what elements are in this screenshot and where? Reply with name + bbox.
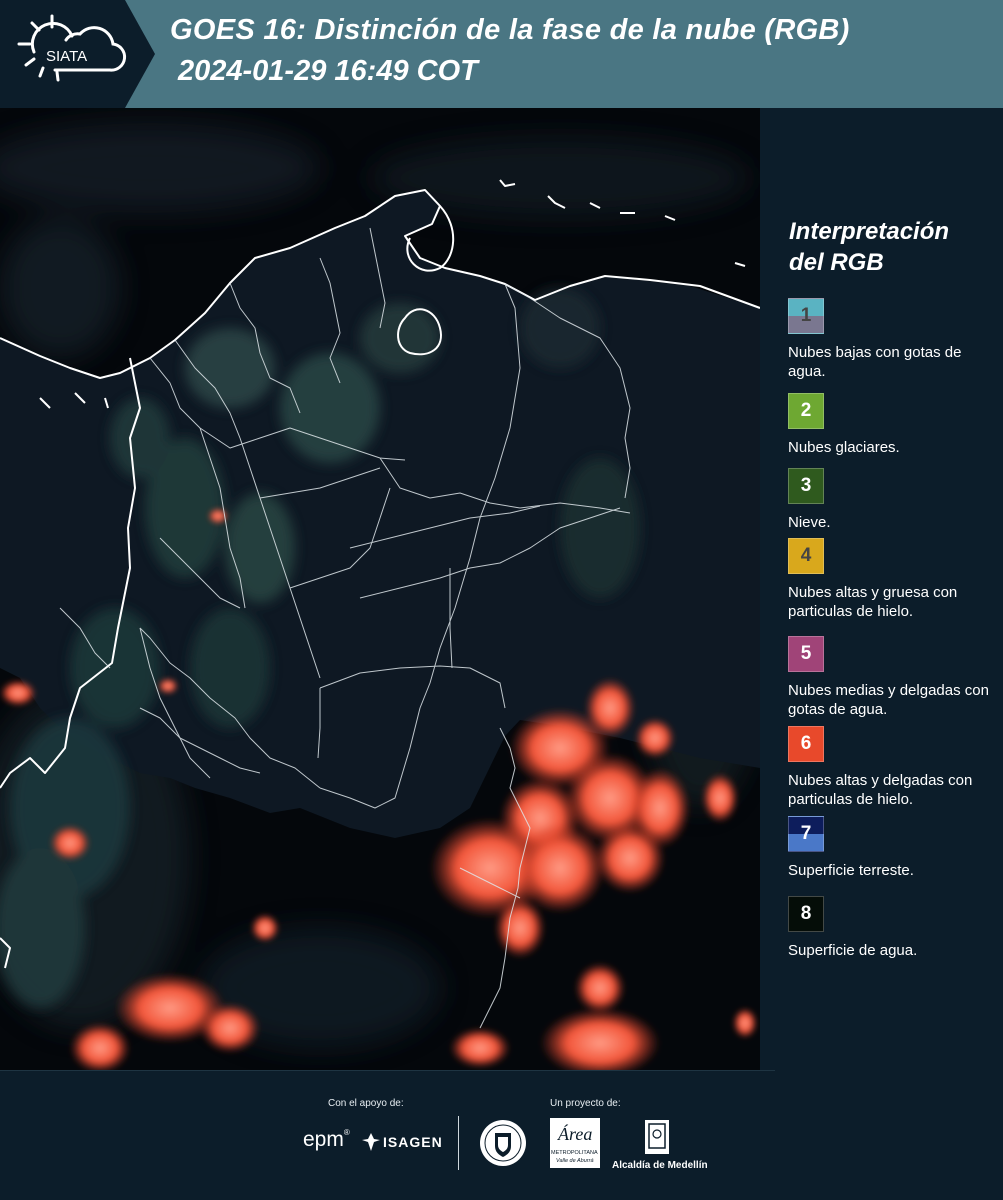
legend-label: Nubes glaciares. <box>788 439 900 456</box>
legend-number: 2 <box>800 400 812 421</box>
legend-panel: Interpretación del RGB 1 Nubes bajas con … <box>760 108 1003 1070</box>
epm-logo-text: epm <box>303 1128 344 1151</box>
support-label: Con el apoyo de: <box>328 1098 404 1109</box>
legend-number: 3 <box>800 475 812 496</box>
legend-swatch: 1 <box>788 298 824 334</box>
legend-swatch: 5 <box>788 636 824 672</box>
alcaldia-text: Alcaldía de Medellín <box>612 1160 708 1171</box>
valle-text: Valle de Aburrá <box>556 1158 594 1164</box>
legend-label: Nubes altas y delgadas con particulas de… <box>788 772 973 808</box>
legend-number: 1 <box>800 305 812 326</box>
page-timestamp: 2024-01-29 16:49 COT <box>178 55 478 87</box>
legend-label: Nieve. <box>788 514 831 531</box>
legend-swatch: 2 <box>788 393 824 429</box>
legend-label: Superficie de agua. <box>788 942 918 959</box>
legend-number: 7 <box>800 823 812 844</box>
legend-label: Nubes medias y delgadas con gotas de agu… <box>788 682 989 718</box>
legend-title: Interpretación del RGB <box>789 218 950 276</box>
legend-swatch: 8 <box>788 896 824 932</box>
legend-number: 4 <box>800 545 812 566</box>
area-metropolitana-logo: Área METROPOLITANA Valle de Aburrá <box>550 1118 600 1168</box>
isagen-logo-text: ISAGEN <box>383 1134 443 1150</box>
footer-bar: Con el apoyo de: Un proyecto de: epm® IS… <box>0 1070 1003 1200</box>
legend-swatch: 4 <box>788 538 824 574</box>
alcaldia-logo: Alcaldía de Medellín <box>612 1118 708 1178</box>
satellite-map[interactable] <box>0 108 760 1070</box>
legend-label: Nubes altas y gruesa con particulas de h… <box>788 584 958 620</box>
epm-logo: epm® <box>303 1128 350 1151</box>
alcaldia-shield-icon <box>645 1120 669 1154</box>
area-logo-text: Área <box>558 1124 593 1144</box>
isagen-icon <box>362 1133 380 1151</box>
legend-swatch: 3 <box>788 468 824 504</box>
legend-label: Nubes bajas con gotas de agua. <box>788 344 962 380</box>
legend-label: Superficie terreste. <box>788 862 914 879</box>
siata-logo-text: SIATA <box>46 48 87 65</box>
footer-rule <box>0 1070 775 1071</box>
seal-logo <box>478 1118 528 1173</box>
legend-number: 8 <box>800 903 812 924</box>
legend-swatch: 7 <box>788 816 824 852</box>
page-title: GOES 16: Distinción de la fase de la nub… <box>170 14 850 46</box>
metropolitana-text: METROPOLITANA <box>551 1150 598 1156</box>
legend-number: 6 <box>800 733 812 754</box>
legend-swatch: 6 <box>788 726 824 762</box>
project-label: Un proyecto de: <box>550 1098 621 1109</box>
header-bar: SIATA GOES 16: Distinción de la fase de … <box>0 0 1003 108</box>
footer-divider <box>458 1116 459 1170</box>
legend-number: 5 <box>800 643 812 664</box>
siata-logo: SIATA <box>0 0 155 108</box>
